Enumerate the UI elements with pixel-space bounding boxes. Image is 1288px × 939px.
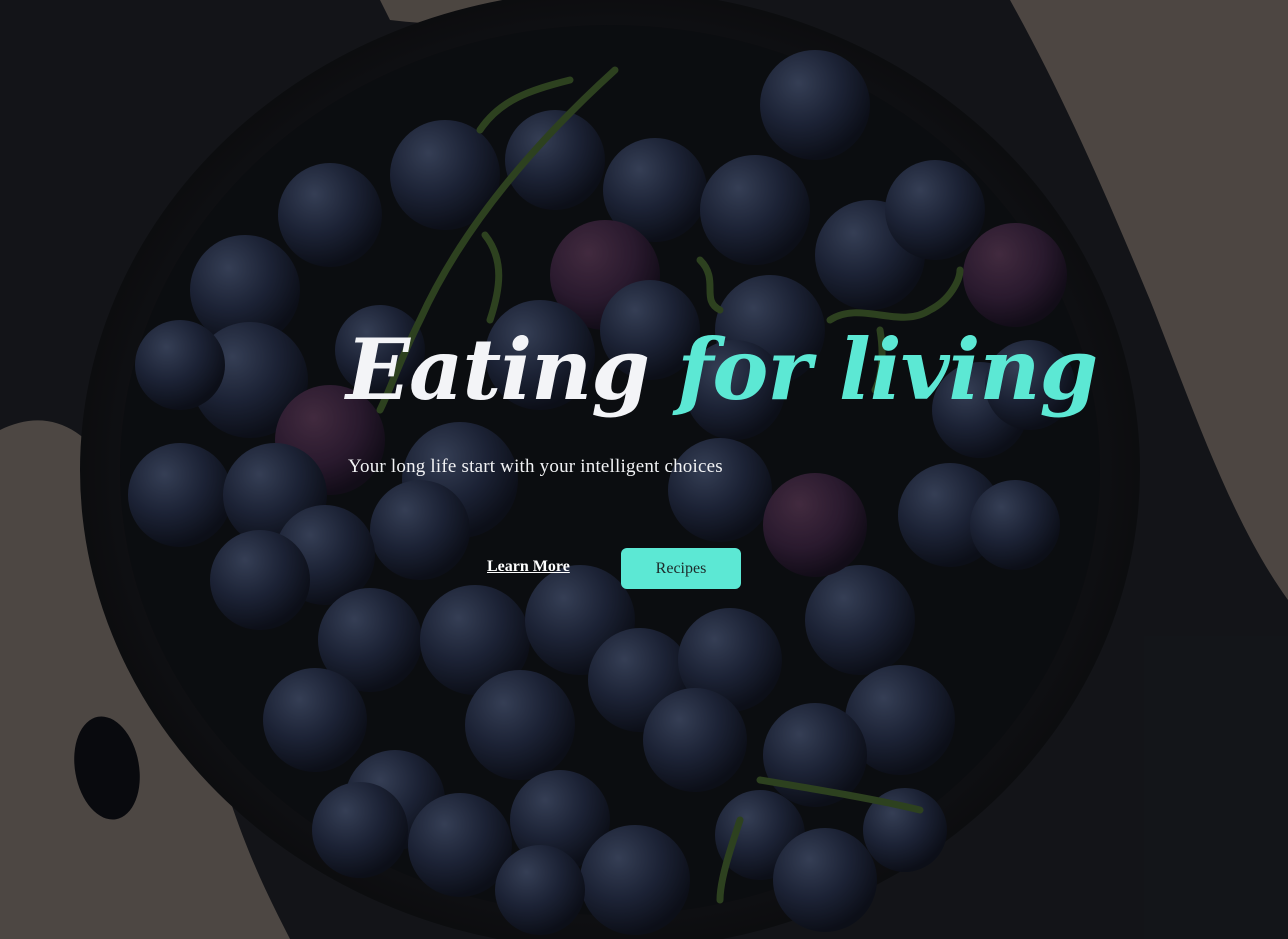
recipes-button[interactable]: Recipes: [621, 548, 741, 589]
hero-headline: Eating for living: [346, 328, 1098, 412]
learn-more-link[interactable]: Learn More: [487, 558, 570, 576]
headline-word-eating: Eating: [346, 320, 650, 419]
hero-section: Eating for living Your long life start w…: [0, 0, 1288, 939]
headline-word-for-living: for living: [677, 320, 1098, 419]
hero-subtitle: Your long life start with your intellige…: [348, 456, 723, 477]
hero-content: Eating for living Your long life start w…: [0, 0, 1288, 939]
